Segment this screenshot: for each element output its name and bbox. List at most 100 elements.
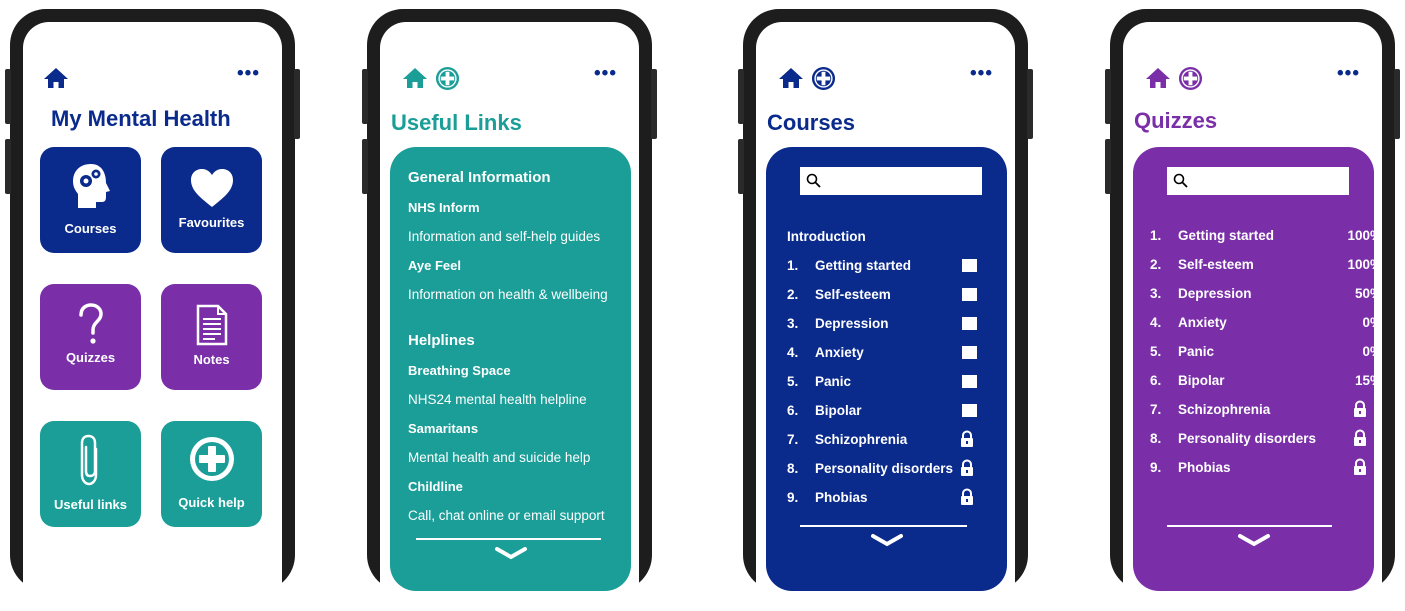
course-row[interactable]: 2. Self-esteem <box>787 284 991 304</box>
row-number: 7. <box>787 431 799 447</box>
row-number: 1. <box>1150 227 1162 243</box>
chevron-down-icon[interactable] <box>766 533 1007 547</box>
row-label: Depression <box>815 315 889 331</box>
quiz-row[interactable]: 5. Panic 0% <box>1150 341 1382 361</box>
quiz-score: 100% <box>1347 256 1382 272</box>
link-childline[interactable]: Childline <box>408 479 463 494</box>
side-button <box>294 69 300 139</box>
row-number: 3. <box>1150 285 1162 301</box>
tile-label: Favourites <box>178 215 245 230</box>
row-number: 9. <box>787 489 799 505</box>
intro-heading: Introduction <box>787 228 866 244</box>
row-label: Depression <box>1178 285 1252 301</box>
link-samaritans[interactable]: Samaritans <box>408 421 478 436</box>
completion-checkbox[interactable] <box>962 345 977 359</box>
quiz-row[interactable]: 1. Getting started 100% <box>1150 225 1382 245</box>
more-options-icon[interactable]: ••• <box>1337 64 1360 83</box>
row-number: 4. <box>787 344 799 360</box>
quiz-row[interactable]: 6. Bipolar 15% <box>1150 370 1382 390</box>
row-label: Self-esteem <box>815 286 891 302</box>
search-icon <box>1173 173 1189 189</box>
courses-tile[interactable]: Courses <box>40 147 141 253</box>
course-row[interactable]: 1. Getting started <box>787 255 991 275</box>
more-options-icon[interactable]: ••• <box>594 64 617 83</box>
home-icon[interactable] <box>43 66 69 90</box>
quizzes-panel: 1. Getting started 100% 2. Self-esteem 100% 3.… <box>1133 147 1382 591</box>
link-aye-feel[interactable]: Aye Feel <box>408 258 461 273</box>
plus-circle-icon[interactable] <box>811 66 836 91</box>
home-icon[interactable] <box>1145 66 1171 90</box>
quiz-row[interactable]: 9. Phobias <box>1150 457 1382 477</box>
lock-icon <box>959 488 975 506</box>
page-title: Useful Links <box>391 110 522 135</box>
link-description: NHS24 mental health helpline <box>408 392 587 407</box>
course-row[interactable]: 3. Depression <box>787 313 991 333</box>
row-number: 5. <box>1150 343 1162 359</box>
completion-checkbox[interactable] <box>962 287 977 301</box>
side-button <box>1027 69 1033 139</box>
side-button <box>5 139 11 194</box>
quiz-row[interactable]: 2. Self-esteem 100% <box>1150 254 1382 274</box>
chevron-down-icon[interactable] <box>390 546 631 560</box>
link-description: Call, chat online or email support <box>408 508 605 523</box>
divider <box>800 525 967 527</box>
row-number: 2. <box>1150 256 1162 272</box>
row-label: Panic <box>1178 343 1215 359</box>
side-button <box>362 139 368 194</box>
quiz-row[interactable]: 8. Personality disorders <box>1150 428 1382 448</box>
side-button <box>651 69 657 139</box>
course-row[interactable]: 7. Schizophrenia <box>787 429 991 449</box>
row-label: Getting started <box>1178 227 1275 243</box>
page-title: Courses <box>767 110 856 135</box>
lock-icon <box>959 459 975 477</box>
course-row[interactable]: 5. Panic <box>787 371 991 391</box>
quiz-row[interactable]: 7. Schizophrenia <box>1150 399 1382 419</box>
course-row[interactable]: 6. Bipolar <box>787 400 991 420</box>
row-label: Anxiety <box>1178 314 1227 330</box>
row-number: 3. <box>787 315 799 331</box>
link-breathing-space[interactable]: Breathing Space <box>408 363 511 378</box>
plus-circle-icon[interactable] <box>1178 66 1203 91</box>
phone-courses: ••• Courses Introduction 1. Getting start… <box>738 9 1033 611</box>
completion-checkbox[interactable] <box>962 403 977 417</box>
row-label: Anxiety <box>815 344 864 360</box>
side-button <box>738 139 744 194</box>
quiz-row[interactable]: 3. Depression 50% <box>1150 283 1382 303</box>
lock-icon <box>1352 400 1368 418</box>
search-icon <box>806 173 822 189</box>
completion-checkbox[interactable] <box>962 258 977 272</box>
side-button <box>738 69 744 124</box>
plus-circle-icon <box>189 437 234 481</box>
course-row[interactable]: 4. Anxiety <box>787 342 991 362</box>
course-row[interactable]: 8. Personality disorders <box>787 458 991 478</box>
notes-tile[interactable]: Notes <box>161 284 262 390</box>
search-input[interactable] <box>1167 167 1349 195</box>
link-nhs-inform[interactable]: NHS Inform <box>408 200 480 215</box>
phone-quizzes: ••• Quizzes 1. Getting started 100% 2. Self-… <box>1105 9 1400 611</box>
search-input[interactable] <box>800 167 982 195</box>
side-button <box>362 69 368 124</box>
row-number: 6. <box>787 402 799 418</box>
home-icon[interactable] <box>402 66 428 90</box>
plus-circle-icon[interactable] <box>435 66 460 91</box>
quiz-score: 15% <box>1354 372 1382 388</box>
completion-checkbox[interactable] <box>962 374 977 388</box>
favourites-tile[interactable]: Favourites <box>161 147 262 253</box>
side-button <box>5 69 11 124</box>
quiz-row[interactable]: 4. Anxiety 0% <box>1150 312 1382 332</box>
quizzes-tile[interactable]: Quizzes <box>40 284 141 390</box>
quick-help-tile[interactable]: Quick help <box>161 421 262 527</box>
quiz-score: 50% <box>1354 285 1382 301</box>
more-options-icon[interactable]: ••• <box>970 64 993 83</box>
completion-checkbox[interactable] <box>962 316 977 330</box>
course-row[interactable]: 9. Phobias <box>787 487 991 507</box>
row-number: 7. <box>1150 401 1162 417</box>
more-options-icon[interactable]: ••• <box>237 64 260 83</box>
row-number: 8. <box>787 460 799 476</box>
paperclip-icon <box>80 434 97 486</box>
home-icon[interactable] <box>778 66 804 90</box>
phone-useful-links: ••• Useful Links General Information NHS… <box>362 9 657 611</box>
lock-icon <box>1352 429 1368 447</box>
useful-links-tile[interactable]: Useful links <box>40 421 141 527</box>
chevron-down-icon[interactable] <box>1133 533 1374 547</box>
